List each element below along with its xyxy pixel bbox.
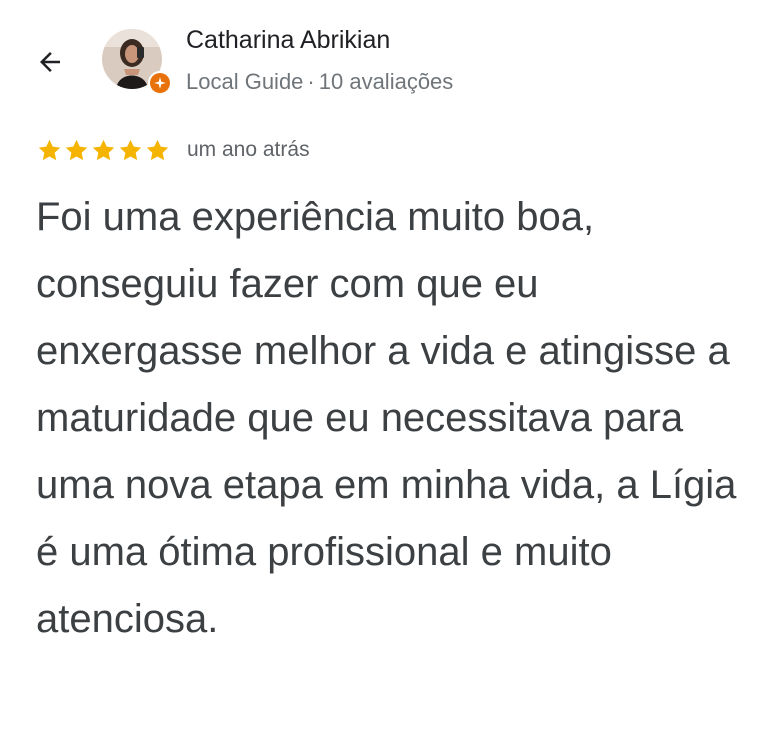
back-button[interactable] <box>30 42 70 82</box>
star-rating <box>36 137 171 164</box>
rating-row: um ano atrás <box>36 136 310 164</box>
local-guide-badge <box>148 71 172 95</box>
review-text: Foi uma experiência muito boa, conseguiu… <box>36 195 737 641</box>
review-screen: Catharina Abrikian Local Guide · 10 avalia… <box>0 0 768 753</box>
author-role: Local Guide <box>186 69 304 94</box>
star-icon <box>65 139 88 160</box>
author-meta: Local Guide · 10 avaliações <box>186 69 453 95</box>
meta-separator: · <box>307 69 315 94</box>
star-icon <box>146 139 169 160</box>
review-date: um ano atrás <box>187 138 310 161</box>
local-guide-star-icon <box>154 77 166 89</box>
arrow-left-icon <box>40 52 60 72</box>
avatar[interactable] <box>102 29 172 95</box>
author-name[interactable]: Catharina Abrikian <box>186 26 390 55</box>
star-icon <box>38 139 61 160</box>
star-icon <box>92 139 115 160</box>
star-icon <box>119 139 142 160</box>
review-count: 10 avaliações <box>318 69 454 94</box>
